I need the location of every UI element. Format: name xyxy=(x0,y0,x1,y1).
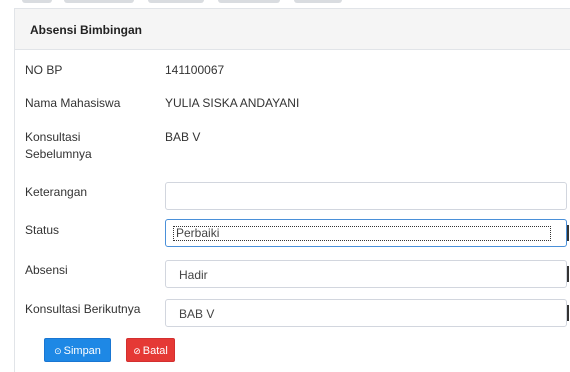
status-focus-ring xyxy=(173,226,551,241)
nama-mahasiswa-label: Nama Mahasiswa xyxy=(25,96,121,110)
konsultasi-sebelumnya-label-line1: Konsultasi xyxy=(25,130,81,144)
nama-mahasiswa-value: YULIA SISKA ANDAYANI xyxy=(165,96,300,110)
konsultasi-berikutnya-label: Konsultasi Berikutnya xyxy=(25,302,141,316)
keterangan-input[interactable] xyxy=(165,182,567,210)
absensi-dropdown-arrow-icon[interactable] xyxy=(566,266,569,282)
top-scroll-strip xyxy=(0,0,570,6)
konsultasi-berikutnya-dropdown-arrow-icon[interactable] xyxy=(566,305,569,321)
keterangan-label: Keterangan xyxy=(25,185,88,199)
konsultasi-berikutnya-select[interactable]: BAB V xyxy=(165,299,569,327)
konsultasi-berikutnya-selected-value: BAB V xyxy=(179,307,215,321)
simpan-button-label: Simpan xyxy=(63,345,101,357)
konsultasi-sebelumnya-value: BAB V xyxy=(165,130,201,144)
konsultasi-sebelumnya-label: Konsultasi Sebelumnya xyxy=(25,129,92,163)
no-bp-value: 141100067 xyxy=(165,63,225,77)
konsultasi-sebelumnya-label-line2: Sebelumnya xyxy=(25,147,92,161)
ban-icon: ⊘ xyxy=(133,346,141,356)
batal-button-label: Batal xyxy=(142,345,168,357)
batal-button[interactable]: ⊘ Batal xyxy=(126,338,175,362)
status-select[interactable]: Perbaiki xyxy=(165,219,569,247)
simpan-button[interactable]: ⊙ Simpan xyxy=(44,338,111,362)
absensi-select[interactable]: Hadir xyxy=(165,260,569,288)
status-dropdown-arrow-icon[interactable] xyxy=(566,225,569,241)
absensi-selected-value: Hadir xyxy=(179,268,208,282)
status-selected-value: Perbaiki xyxy=(176,226,220,240)
status-label: Status xyxy=(25,223,60,237)
check-circle-icon: ⊙ xyxy=(54,346,62,356)
absensi-panel: Absensi Bimbingan NO BP 141100067 Nama M… xyxy=(14,8,570,372)
absensi-label: Absensi xyxy=(25,263,68,277)
no-bp-label: NO BP xyxy=(25,63,63,77)
panel-title: Absensi Bimbingan xyxy=(15,9,570,50)
